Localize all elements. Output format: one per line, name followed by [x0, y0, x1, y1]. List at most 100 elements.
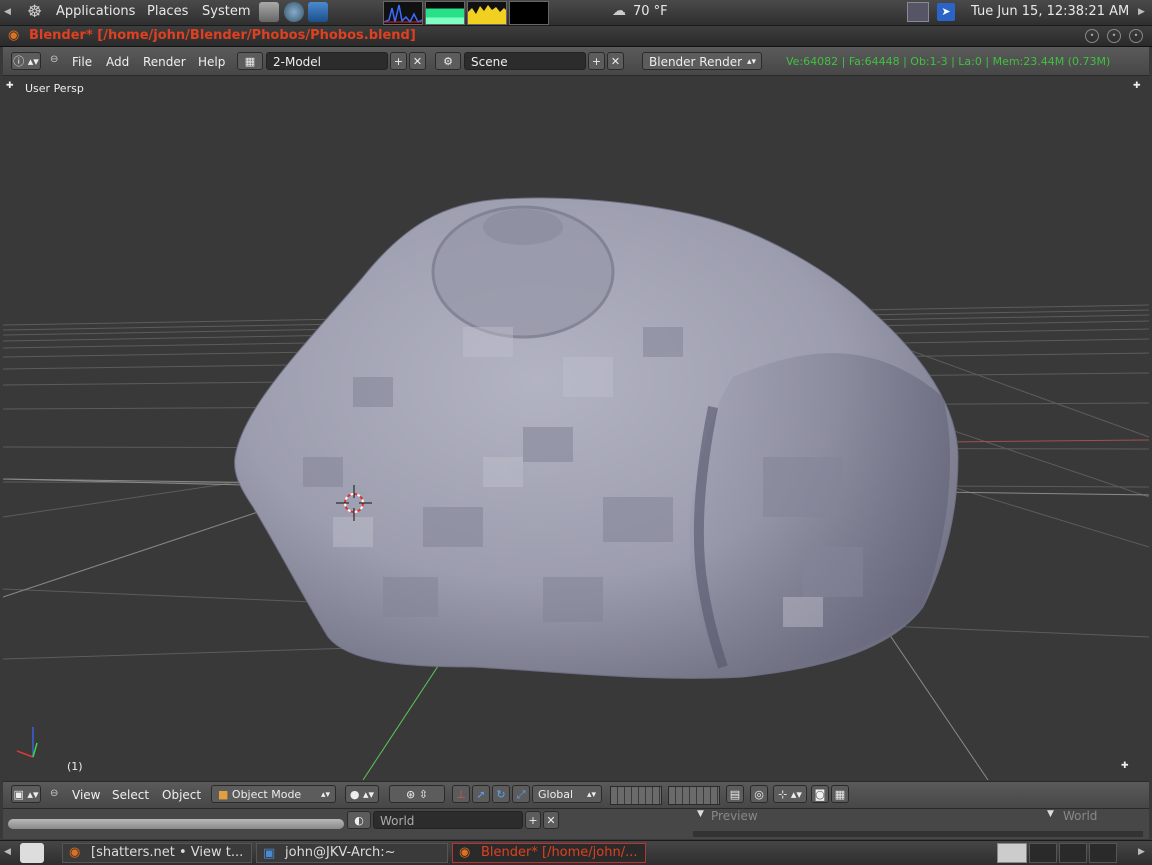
taskbar-left-arrow-icon[interactable]: ◀: [4, 847, 11, 857]
window-title: Blender* [/home/john/Blender/Phobos/Phob…: [29, 28, 416, 43]
memory-monitor-icon: [425, 1, 465, 25]
minimize-button[interactable]: •: [1085, 29, 1099, 43]
workspace-1[interactable]: [997, 843, 1027, 863]
object-menu[interactable]: Object: [162, 788, 201, 802]
add-world-button[interactable]: +: [525, 811, 541, 829]
applications-menu[interactable]: Applications: [56, 4, 135, 19]
task-label: john@JKV-Arch:~: [285, 845, 396, 860]
help-menu[interactable]: Help: [198, 55, 225, 69]
render-animation-icon[interactable]: ▦: [831, 785, 849, 803]
delete-world-button[interactable]: ✕: [543, 811, 559, 829]
dropdown-arrows-icon: ▴▾: [320, 790, 330, 800]
mode-select[interactable]: ■ Object Mode ▴▾: [211, 785, 336, 803]
add-scene-button[interactable]: +: [588, 52, 605, 70]
screen-layout-icon[interactable]: ▦: [237, 52, 263, 70]
trash-launcher-icon[interactable]: [259, 2, 279, 22]
viewport-expand-icon[interactable]: ✚: [6, 81, 14, 91]
collapse-menu-icon[interactable]: ⊖: [50, 788, 58, 799]
terminal-icon: ▣: [263, 846, 276, 861]
task-blender[interactable]: ◉ Blender* [/home/john/...: [452, 843, 646, 863]
collapse-menu-icon[interactable]: ⊖: [50, 54, 58, 65]
world-panel-label[interactable]: World: [1063, 809, 1097, 823]
workspace-3[interactable]: [1059, 843, 1087, 863]
view-menu[interactable]: View: [72, 788, 100, 802]
firefox-icon: ◉: [69, 845, 81, 860]
transform-orientation-select[interactable]: Global ▴▾: [532, 785, 602, 803]
horizontal-scrollbar[interactable]: [8, 819, 344, 829]
render-still-icon[interactable]: ◙: [811, 785, 829, 803]
panel-right-arrow-icon[interactable]: ▶: [1138, 7, 1145, 17]
task-firefox[interactable]: ◉ [shatters.net • View t...: [62, 843, 252, 863]
viewport-canvas[interactable]: [3, 77, 1149, 780]
current-frame-label: (1): [67, 760, 83, 773]
manipulator-toggle-icon[interactable]: ⊥: [452, 785, 470, 803]
browser-launcher-icon[interactable]: [284, 2, 304, 22]
screen-layout-field[interactable]: 2-Model: [266, 52, 388, 70]
scene-field[interactable]: Scene: [464, 52, 586, 70]
cpu-monitor-icon: [383, 1, 423, 25]
maximize-button[interactable]: •: [1107, 29, 1121, 43]
world-icon[interactable]: ◐: [347, 811, 371, 829]
top-panel: ◀ ☸ Applications Places System ☁ 70 °F ➤…: [0, 0, 1152, 26]
window-titlebar[interactable]: ◉ Blender* [/home/john/Blender/Phobos/Ph…: [0, 26, 1152, 47]
add-screen-button[interactable]: +: [390, 52, 407, 70]
workspace-4[interactable]: [1089, 843, 1117, 863]
pivot-point-select[interactable]: ⊛ ⇳: [389, 785, 445, 803]
scene-layers-grid-right[interactable]: [668, 786, 720, 805]
proportional-edit-icon[interactable]: ◎: [750, 785, 768, 803]
network-monitor-icon: [467, 1, 507, 25]
task-terminal[interactable]: ▣ john@JKV-Arch:~: [256, 843, 448, 863]
show-desktop-icon[interactable]: [20, 843, 44, 863]
orientation-label: Global: [538, 788, 574, 801]
editor-type-info-button[interactable]: ⓘ ▴▾: [11, 52, 41, 70]
task-label: Blender* [/home/john/...: [481, 845, 638, 860]
mode-label: Object Mode: [231, 788, 302, 801]
delete-screen-button[interactable]: ✕: [409, 52, 426, 70]
preview-panel-label[interactable]: Preview: [711, 809, 758, 823]
dropdown-arrows-icon: ▴▾: [746, 57, 756, 67]
lock-layers-icon[interactable]: ▤: [726, 785, 744, 803]
bottom-panel: ◀ ◉ [shatters.net • View t... ▣ john@JKV…: [0, 840, 1152, 865]
system-menu[interactable]: System: [202, 4, 250, 19]
workspace-2[interactable]: [1029, 843, 1057, 863]
load-monitor-icon: [509, 1, 549, 25]
scale-manipulator-icon[interactable]: ⤢: [512, 785, 530, 803]
delete-scene-button[interactable]: ✕: [607, 52, 624, 70]
update-notifier-icon[interactable]: ➤: [937, 3, 955, 21]
render-menu[interactable]: Render: [143, 55, 186, 69]
panel-left-arrow-icon[interactable]: ◀: [4, 7, 11, 17]
render-engine-select[interactable]: Blender Render ▴▾: [642, 52, 762, 70]
editor-type-3dview-button[interactable]: ▣ ▴▾: [11, 785, 41, 803]
weather-cloud-icon: ☁: [612, 3, 626, 19]
translate-manipulator-icon[interactable]: ➚: [472, 785, 490, 803]
terminal-launcher-icon[interactable]: [308, 2, 328, 22]
file-menu[interactable]: File: [72, 55, 92, 69]
close-button[interactable]: •: [1129, 29, 1143, 43]
world-expand-icon[interactable]: ▼: [1047, 809, 1054, 819]
scene-layers-grid-left[interactable]: [610, 786, 662, 805]
gnome-foot-icon[interactable]: ☸: [27, 2, 47, 22]
world-field[interactable]: World: [373, 811, 523, 829]
object-mode-cube-icon: ■: [218, 788, 229, 801]
phobos-mesh: [234, 197, 959, 679]
preview-expand-icon[interactable]: ▼: [697, 809, 704, 819]
3d-view-header: ▣ ▴▾ ⊖ View Select Object ■ Object Mode …: [3, 781, 1149, 808]
weather-temperature[interactable]: 70 °F: [633, 4, 668, 19]
task-label: [shatters.net • View t...: [91, 845, 244, 860]
panel-divider: [693, 831, 1143, 837]
viewport-shading-select[interactable]: ● ▴▾: [345, 785, 379, 803]
network-status-icon[interactable]: [907, 2, 929, 22]
viewport-bottom-corner-icon[interactable]: ✚: [1121, 761, 1129, 771]
add-menu[interactable]: Add: [106, 55, 129, 69]
3d-viewport[interactable]: ✚ User Persp ✚ (1) ✚: [3, 77, 1149, 780]
viewport-corner-icon[interactable]: ✚: [1133, 81, 1141, 91]
taskbar-right-arrow-icon[interactable]: ▶: [1138, 847, 1145, 857]
blender-task-icon: ◉: [459, 845, 471, 860]
rotate-manipulator-icon[interactable]: ↻: [492, 785, 510, 803]
axis-gizmo: [16, 727, 38, 758]
select-menu[interactable]: Select: [112, 788, 149, 802]
places-menu[interactable]: Places: [147, 4, 188, 19]
clock[interactable]: Tue Jun 15, 12:38:21 AM: [971, 4, 1129, 19]
scene-icon[interactable]: ⚙: [435, 52, 461, 70]
snap-element-select[interactable]: ⊹ ▴▾: [773, 785, 807, 803]
